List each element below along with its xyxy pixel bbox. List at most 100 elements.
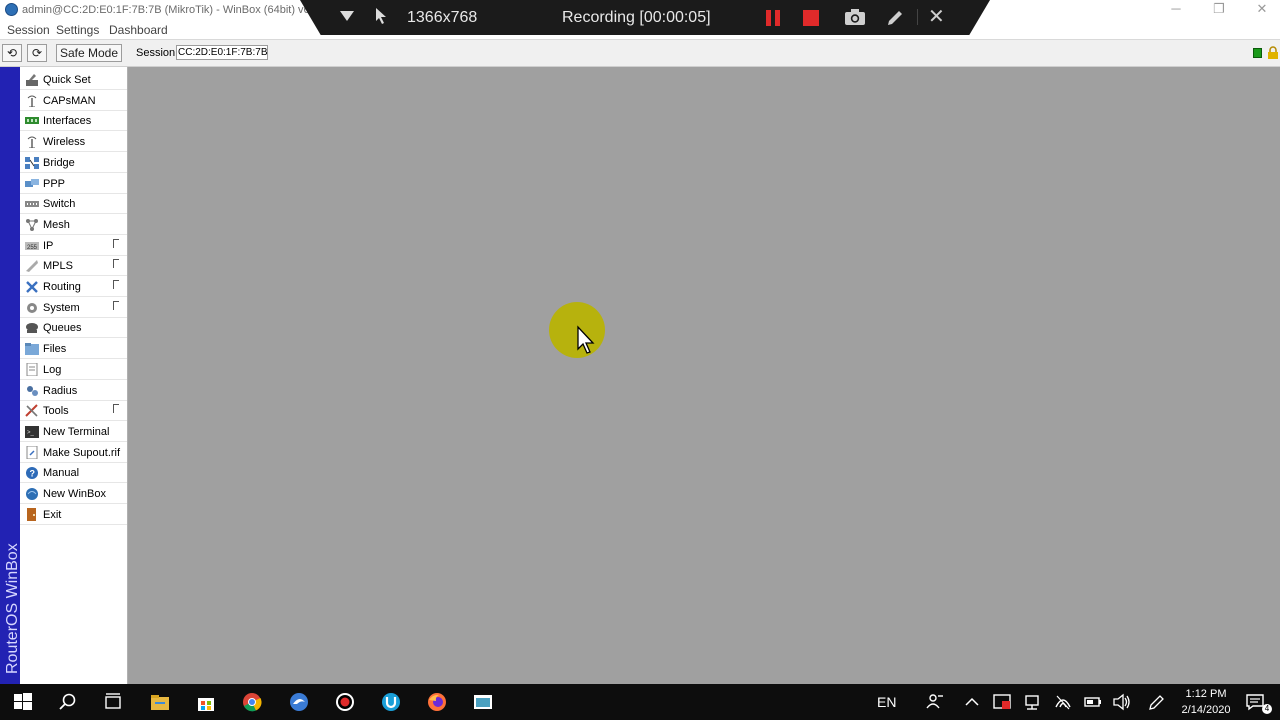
pen-icon[interactable] <box>885 8 905 28</box>
chrome-icon[interactable] <box>242 692 262 712</box>
log-icon <box>26 362 38 376</box>
sidebar-item-label: New WinBox <box>43 488 106 500</box>
clock-time[interactable]: 1:12 PM <box>1182 688 1230 700</box>
sidebar-item-label: Log <box>43 363 62 376</box>
bridge-icon <box>25 156 39 169</box>
recorder-close-icon[interactable]: ✕ <box>928 4 945 29</box>
winbox-icon <box>26 488 38 500</box>
sidebar-item-ppp[interactable]: PPP <box>20 174 127 194</box>
sidebar-item-label: New Terminal <box>43 425 110 438</box>
separator <box>917 9 918 25</box>
mpls-icon <box>26 260 38 273</box>
taskbar: EN 1:12 PM 2/14/2020 4 <box>0 684 1280 720</box>
volume-icon[interactable] <box>1112 692 1132 712</box>
close-button[interactable]: ✕ <box>1240 0 1280 21</box>
pause-icon[interactable] <box>766 10 780 26</box>
sidebar-item-label: Quick Set <box>43 74 91 86</box>
wifi-icon[interactable] <box>1053 692 1073 712</box>
safe-mode-button[interactable]: Safe Mode <box>56 44 122 62</box>
sidebar-item-tools[interactable]: Tools <box>20 401 127 422</box>
redo-button[interactable]: ⟳ <box>27 44 47 62</box>
sidebar-item-label: Switch <box>43 198 76 211</box>
sidebar-item-system[interactable]: System <box>20 298 127 318</box>
ip-icon: 255 <box>25 241 39 251</box>
sidebar-item-queues[interactable]: Queues <box>20 318 127 339</box>
sidebar-item-new-winbox[interactable]: New WinBox <box>20 484 127 504</box>
switch-icon <box>25 201 39 208</box>
edge-icon[interactable] <box>289 692 309 712</box>
sidebar-item-label: Interfaces <box>43 115 92 128</box>
sidebar-item-ip[interactable]: 255 IP <box>20 236 127 256</box>
svg-text:>_: >_ <box>27 430 35 436</box>
sidebar-menu: Quick Set CAPsMAN Interfaces Wireless Bridge… <box>20 67 128 684</box>
sidebar-item-new-terminal[interactable]: >_ New Terminal <box>20 422 127 442</box>
submenu-arrow-icon <box>113 238 119 248</box>
sidebar-item-label: Wireless <box>43 136 86 149</box>
sidebar-item-make-supout-rif[interactable]: Make Supout.rif <box>20 443 127 463</box>
supout-icon <box>26 445 38 459</box>
minimize-button[interactable]: ─ <box>1154 0 1198 21</box>
sidebar-item-routing[interactable]: Routing <box>20 277 127 297</box>
sidebar-item-files[interactable]: Files <box>20 339 127 360</box>
sidebar-item-switch[interactable]: Switch <box>20 194 127 215</box>
windows-start-icon[interactable] <box>13 692 33 712</box>
routing-icon <box>26 281 38 293</box>
interfaces-icon <box>25 117 39 125</box>
input-language[interactable]: EN <box>877 694 896 710</box>
pen-workspace-icon[interactable] <box>1147 692 1167 712</box>
sidebar-item-manual[interactable]: ? Manual <box>20 463 127 484</box>
sidebar-item-log[interactable]: Log <box>20 360 127 380</box>
sidebar-item-exit[interactable]: Exit <box>20 505 127 525</box>
submenu-arrow-icon <box>113 259 119 269</box>
sidebar-item-interfaces[interactable]: Interfaces <box>20 111 127 132</box>
uget-icon[interactable] <box>381 692 401 712</box>
sidebar-item-mesh[interactable]: Mesh <box>20 215 127 235</box>
people-icon[interactable] <box>925 692 945 712</box>
clock-date[interactable]: 2/14/2020 <box>1178 704 1234 716</box>
file-explorer-icon[interactable] <box>150 692 170 712</box>
store-icon[interactable] <box>196 692 216 712</box>
chevron-down-icon[interactable] <box>340 11 354 21</box>
manual-icon: ? <box>26 467 38 480</box>
task-view-icon[interactable] <box>103 692 123 712</box>
restore-button[interactable]: ❐ <box>1197 0 1241 21</box>
sidebar-item-bridge[interactable]: Bridge <box>20 153 127 173</box>
sidebar-item-label: System <box>43 301 80 314</box>
firefox-icon[interactable] <box>427 692 447 712</box>
mouse-pointer-icon <box>577 325 595 354</box>
sidebar-item-radius[interactable]: Radius <box>20 381 127 401</box>
session-field[interactable]: CC:2D:E0:1F:7B:7B <box>176 45 268 60</box>
sidebar-item-quick-set[interactable]: Quick Set <box>20 70 127 90</box>
cursor-icon[interactable] <box>374 7 388 25</box>
recorder-icon[interactable] <box>335 692 355 712</box>
queues-icon <box>26 323 38 334</box>
wireless-icon <box>27 136 37 149</box>
menu-session[interactable]: Session <box>7 23 50 37</box>
sidebar-item-label: Mesh <box>43 218 70 231</box>
battery-icon[interactable] <box>1083 692 1103 712</box>
menu-settings[interactable]: Settings <box>56 23 99 37</box>
terminal-icon: >_ <box>25 425 39 438</box>
network-icon[interactable] <box>1022 692 1042 712</box>
camera-icon[interactable] <box>844 8 866 26</box>
toolbar: ⟲ ⟳ Safe Mode Session: CC:2D:E0:1F:7B:7B <box>0 39 1280 67</box>
sidebar-item-label: IP <box>43 239 54 252</box>
sidebar-item-mpls[interactable]: MPLS <box>20 256 127 277</box>
sidebar-item-label: Exit <box>43 508 62 521</box>
chevron-up-icon[interactable] <box>962 692 982 712</box>
search-icon[interactable] <box>58 692 78 712</box>
menu-dashboard[interactable]: Dashboard <box>109 23 168 37</box>
notification-count: 4 <box>1262 704 1272 714</box>
winbox-app-icon <box>5 3 18 16</box>
sidebar-item-label: Tools <box>43 405 69 418</box>
sidebar-item-label: Manual <box>43 467 80 480</box>
sidebar-item-label: Bridge <box>43 156 75 169</box>
sidebar-item-wireless[interactable]: Wireless <box>20 132 127 153</box>
winbox-taskbar-icon[interactable] <box>473 692 493 712</box>
sidebar-item-label: Files <box>43 343 67 356</box>
sidebar-item-capsman[interactable]: CAPsMAN <box>20 91 127 111</box>
recording-resolution[interactable]: 1366x768 <box>407 9 477 27</box>
security-alert-icon[interactable] <box>992 692 1012 712</box>
undo-button[interactable]: ⟲ <box>2 44 22 62</box>
stop-icon[interactable] <box>803 10 819 26</box>
